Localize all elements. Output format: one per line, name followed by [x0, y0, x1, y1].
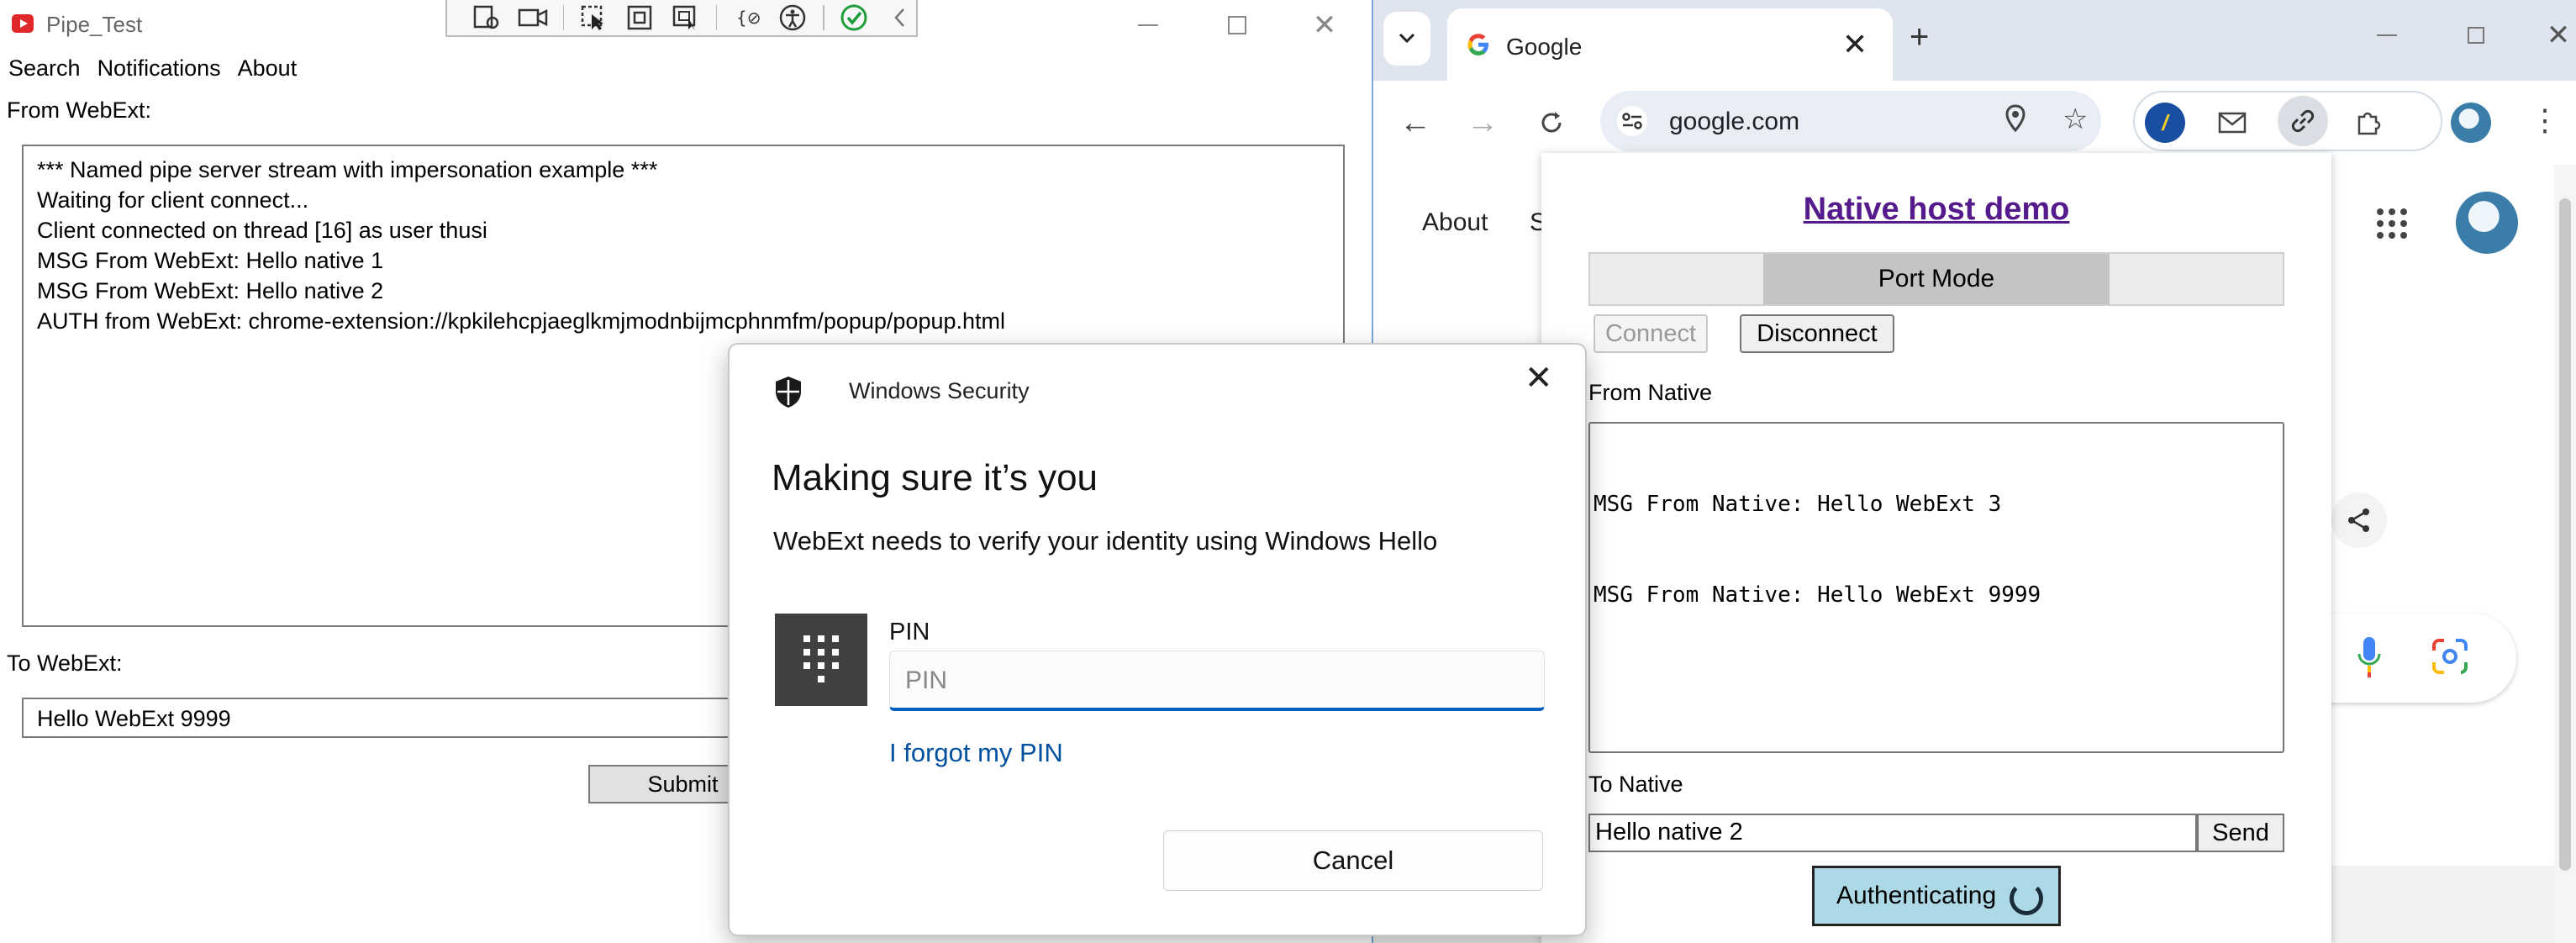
address-bar[interactable]: google.com ☆ [1600, 91, 2101, 151]
live-tree-icon[interactable] [471, 3, 503, 33]
binding-failures-icon[interactable]: {⊘} [730, 3, 763, 33]
pin-label: PIN [889, 619, 930, 645]
pin-input[interactable]: PIN [889, 651, 1545, 711]
track-focused-element-icon[interactable] [670, 3, 703, 33]
toolbar-separator [715, 5, 718, 30]
tab-strip: Google ✕ + ✕ [1373, 0, 2576, 82]
spinner-icon [2010, 882, 2043, 915]
chevron-left-icon[interactable] [883, 3, 916, 33]
svg-text:{⊘}: {⊘} [736, 8, 760, 28]
window-title: Pipe_Test [46, 12, 143, 37]
video-camera-icon[interactable] [517, 3, 550, 33]
windows-security-dialog: Windows Security ✕ Making sure it’s you … [728, 343, 1587, 936]
scrollbar-thumb[interactable] [2559, 198, 2571, 871]
from-native-label: From Native [1588, 380, 1713, 405]
accessibility-icon[interactable] [777, 3, 809, 33]
select-element-icon[interactable] [577, 3, 610, 33]
auth-label: Authenticating [1836, 882, 1997, 909]
port-mode-tab[interactable]: Port Mode [1763, 254, 2110, 304]
google-lens-icon[interactable] [2431, 637, 2469, 680]
url-text: google.com [1669, 108, 1800, 135]
profile-avatar[interactable] [2451, 103, 2491, 143]
log-line: Client connected on thread [16] as user … [37, 218, 487, 243]
tab-close-icon[interactable]: ✕ [1842, 27, 1867, 62]
extensions-area: / [2133, 91, 2442, 151]
disconnect-button[interactable]: Disconnect [1740, 314, 1894, 353]
log-line: AUTH from WebExt: chrome-extension://kpk… [37, 308, 1005, 334]
google-about-link[interactable]: About [1422, 208, 1488, 237]
from-webext-label: From WebExt: [7, 97, 152, 123]
toolbar-separator [822, 5, 824, 30]
menu-bar: Search Notifications About [0, 54, 305, 87]
close-button[interactable]: ✕ [2542, 18, 2575, 52]
extension-icon[interactable]: / [2145, 103, 2185, 143]
native-host-popup: Native host demo Port Mode Connect Disco… [1541, 153, 2331, 943]
forward-arrow-icon[interactable]: → [1459, 99, 1506, 146]
log-line: MSG From WebExt: Hello native 2 [37, 278, 384, 303]
site-settings-icon[interactable] [1617, 106, 1647, 136]
keypad-icon [775, 614, 867, 706]
tab-google[interactable]: Google ✕ [1447, 8, 1893, 82]
back-arrow-icon[interactable]: ← [1392, 99, 1439, 146]
google-apps-icon[interactable] [2375, 207, 2409, 249]
bookmark-star-icon[interactable]: ☆ [2062, 103, 2088, 136]
chevron-down-icon [1399, 33, 1415, 44]
log-line: MSG From WebExt: Hello native 1 [37, 248, 384, 273]
log-line: Waiting for client connect... [37, 187, 309, 213]
connect-button[interactable]: Connect [1594, 314, 1708, 353]
popup-title[interactable]: Native host demo [1541, 192, 2331, 228]
send-button[interactable]: Send [2197, 814, 2284, 852]
mail-icon[interactable] [2212, 103, 2252, 143]
native-msg-line: MSG From Native: Hello WebExt 3 [1594, 492, 2002, 517]
to-native-input[interactable]: Hello native 2 [1588, 814, 2197, 852]
tab-title: Google [1506, 34, 1583, 60]
menu-about[interactable]: About [229, 54, 306, 87]
browser-toolbar: ← → google.com ☆ / ⋮ [1373, 81, 2576, 165]
maximize-button[interactable] [1220, 8, 1254, 42]
dialog-title: Windows Security [849, 378, 1030, 403]
dialog-close-icon[interactable]: ✕ [1525, 361, 1553, 395]
cancel-button[interactable]: Cancel [1163, 830, 1543, 891]
authenticating-button[interactable]: Authenticating [1812, 866, 2061, 926]
log-line: *** Named pipe server stream with impers… [37, 157, 658, 182]
share-icon[interactable] [2331, 493, 2387, 548]
google-account-avatar[interactable] [2456, 192, 2518, 254]
to-native-label: To Native [1588, 772, 1683, 797]
maximize-button[interactable] [2459, 18, 2493, 52]
display-layout-adorners-icon[interactable] [624, 3, 656, 33]
minimize-button[interactable] [1131, 8, 1165, 42]
dialog-description: WebExt needs to verify your identity usi… [773, 526, 1438, 556]
link-icon[interactable] [2278, 96, 2328, 146]
location-pin-icon[interactable] [2005, 104, 2026, 140]
menu-notifications[interactable]: Notifications [89, 54, 229, 87]
debug-toolbar: {⊘} [445, 0, 918, 37]
close-button[interactable]: ✕ [1308, 8, 1341, 42]
dialog-heading: Making sure it’s you [772, 457, 1098, 498]
menu-search[interactable]: Search [0, 54, 89, 87]
forgot-pin-link[interactable]: I forgot my PIN [889, 738, 1063, 768]
check-circle-icon[interactable] [838, 3, 871, 33]
google-favicon-icon [1466, 32, 1491, 64]
reload-icon[interactable] [1528, 99, 1575, 146]
minimize-button[interactable] [2370, 18, 2404, 52]
to-webext-label: To WebExt: [7, 651, 123, 676]
extensions-puzzle-icon[interactable] [2348, 103, 2389, 143]
mode-selector[interactable]: Port Mode [1588, 252, 2284, 306]
new-tab-button[interactable]: + [1910, 18, 1929, 56]
voice-search-icon[interactable] [2357, 635, 2382, 683]
from-native-log[interactable]: MSG From Native: Hello WebExt 3 MSG From… [1588, 422, 2284, 753]
toolbar-separator [562, 5, 565, 30]
shield-icon [773, 375, 803, 413]
native-msg-line: MSG From Native: Hello WebExt 9999 [1594, 582, 2041, 608]
tab-search-button[interactable] [1383, 12, 1430, 66]
app-icon [12, 14, 34, 33]
more-vert-icon[interactable]: ⋮ [2530, 103, 2560, 138]
